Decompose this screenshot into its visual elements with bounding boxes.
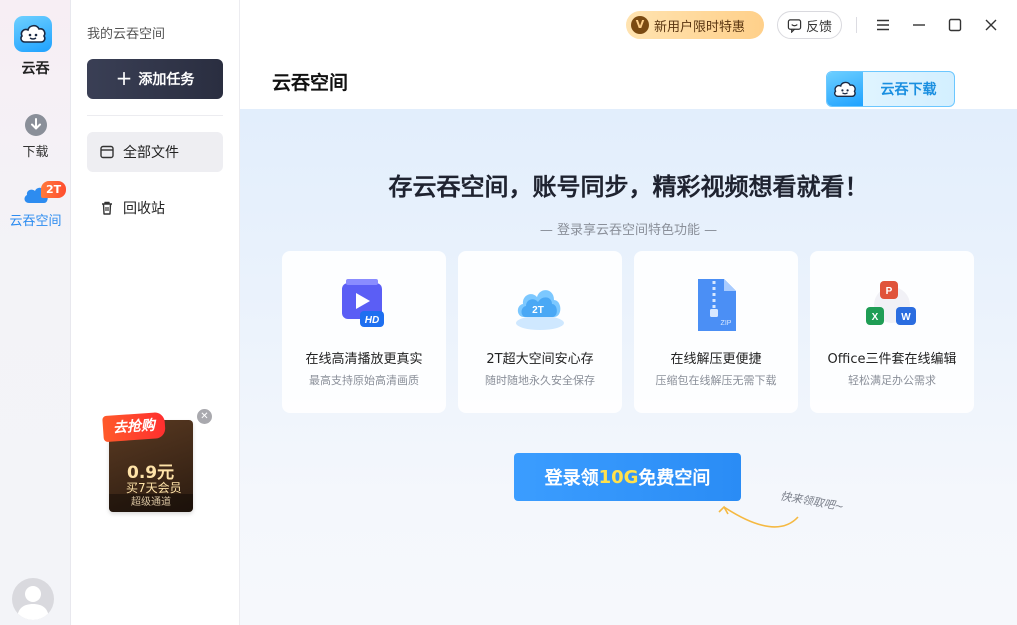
maximize-icon	[948, 18, 962, 32]
close-icon	[985, 19, 997, 31]
feedback-label: 反馈	[805, 19, 832, 35]
login-label-highlight: 10G	[598, 466, 639, 488]
user-icon	[17, 586, 49, 620]
close-button[interactable]	[979, 13, 1003, 37]
add-task-label: 添加任务	[138, 72, 195, 88]
svg-text:HD: HD	[365, 315, 379, 326]
app-download-label: 云吞下载	[880, 82, 937, 98]
feature-card: HD 在线高清播放更真实 最高支持原始高清画质	[282, 251, 446, 413]
rail-item-download[interactable]: 下载	[0, 113, 71, 160]
zip-icon: ZIP	[698, 279, 736, 331]
svg-text:2T: 2T	[532, 305, 544, 316]
svg-text:W: W	[901, 312, 911, 323]
cloud-face-icon	[20, 24, 46, 43]
hero-section: 存云吞空间，账号同步，精彩视频想看就看！ — 登录享云吞空间特色功能 — HD …	[240, 109, 1017, 625]
svg-text:X: X	[872, 312, 879, 323]
feature-subtitle: 压缩包在线解压无需下载	[655, 374, 777, 387]
feature-card: ZIP 在线解压更便捷 压缩包在线解压无需下载	[634, 251, 798, 413]
app-window: 云吞 下载 云吞空间 2T 我的云吞空间 + 添加任务 全部文件 回收站 0.9…	[0, 0, 1017, 625]
cloud-face-icon	[827, 72, 863, 106]
app-logo[interactable]	[14, 16, 52, 52]
main-content: 云吞空间 云吞下载 存云吞空间，账号同步，精彩视频想看就看！ — 登录享云吞空间…	[240, 50, 1017, 625]
hero-title: 存云吞空间，账号同步，精彩视频想看就看！	[388, 173, 869, 201]
plus-icon: +	[115, 66, 133, 90]
sidebar-title: 我的云吞空间	[87, 27, 166, 42]
menu-icon	[877, 19, 889, 31]
svg-text:ZIP: ZIP	[721, 320, 732, 327]
rail-download-label: 下载	[22, 145, 49, 160]
hero-subtitle: — 登录享云吞空间特色功能 —	[539, 223, 718, 238]
download-icon	[24, 114, 47, 136]
hd-video-icon: HD	[342, 279, 384, 327]
sidebar-divider	[87, 115, 223, 116]
promo-footer: 超级通道	[109, 494, 193, 512]
avatar[interactable]	[12, 578, 54, 620]
cloud-2t-icon: 2T	[516, 290, 564, 330]
trash-icon	[102, 201, 112, 215]
sidebar-item-all-files[interactable]: 全部文件	[87, 132, 223, 172]
login-label-prefix: 登录领	[544, 468, 599, 489]
feedback-icon	[787, 18, 802, 33]
add-task-button[interactable]: + 添加任务	[87, 59, 223, 99]
feature-title: Office三件套在线编辑	[827, 352, 957, 367]
app-name: 云吞	[21, 61, 50, 77]
page-title: 云吞空间	[272, 72, 349, 94]
feature-title: 在线解压更便捷	[670, 352, 762, 367]
vip-icon: V	[631, 16, 649, 34]
feature-card: P X W Office三件套在线编辑 轻松满足办公需求	[810, 251, 974, 413]
feature-title: 2T超大空间安心存	[486, 352, 594, 367]
rail-space-label: 云吞空间	[9, 214, 62, 229]
feature-title: 在线高清播放更真实	[305, 352, 423, 367]
titlebar-divider	[856, 17, 857, 33]
title-bar: V 新用户限时特惠 反馈	[240, 0, 1017, 50]
office-icon: P X W	[866, 281, 916, 325]
app-download-button[interactable]: 云吞下载	[826, 71, 955, 107]
feature-subtitle: 轻松满足办公需求	[848, 374, 936, 387]
menu-button[interactable]	[871, 13, 895, 37]
maximize-button[interactable]	[943, 13, 967, 37]
promo-close-icon[interactable]: ✕	[197, 409, 212, 424]
secondary-sidebar: 我的云吞空间 + 添加任务 全部文件 回收站	[71, 0, 240, 625]
login-label-suffix: 免费空间	[638, 468, 711, 489]
sidebar-item-label: 全部文件	[123, 145, 179, 161]
left-rail: 云吞 下载 云吞空间 2T	[0, 0, 71, 625]
promo-tag: 去抢购	[102, 411, 166, 443]
minimize-button[interactable]	[907, 13, 931, 37]
vip-offer-label: 新用户限时特惠	[654, 19, 746, 35]
feature-subtitle: 随时随地永久安全保存	[485, 374, 595, 387]
sidebar-item-trash[interactable]: 回收站	[87, 188, 223, 228]
folder-icon	[100, 145, 114, 159]
minimize-icon	[913, 24, 925, 26]
login-button[interactable]: 登录领 10G 免费空间	[514, 453, 741, 501]
sidebar-item-label: 回收站	[123, 201, 165, 217]
feature-card: 2T 2T超大空间安心存 随时随地永久安全保存	[458, 251, 622, 413]
feedback-button[interactable]: 反馈	[777, 11, 842, 39]
vip-offer-button[interactable]: V 新用户限时特惠	[626, 11, 764, 39]
feature-subtitle: 最高支持原始高清画质	[309, 374, 419, 387]
svg-text:P: P	[886, 286, 893, 297]
promo-banner[interactable]: 0.9元 买7天会员 超级通道 去抢购 ✕	[101, 408, 215, 516]
storage-badge: 2T	[41, 181, 67, 198]
